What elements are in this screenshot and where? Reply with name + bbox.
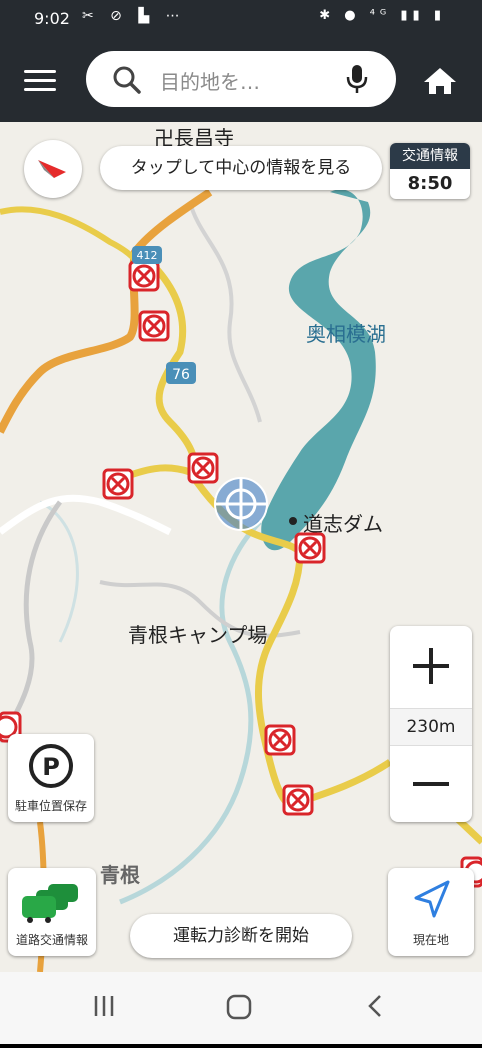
map-canvas: 412 76	[0, 188, 482, 972]
current-location-label: 現在地	[412, 933, 449, 947]
status-time: 9:02	[34, 9, 70, 28]
recent-apps-icon	[94, 996, 114, 1016]
driving-diagnosis-button[interactable]: 運転力診断を開始	[130, 914, 352, 958]
dam-label[interactable]: 道志ダム	[303, 508, 383, 537]
minus-icon	[413, 782, 449, 786]
status-system-icons: ✱ ● ⁴ᴳ ▮▮ ▮	[319, 8, 446, 23]
search-input[interactable]: 目的地を…	[86, 51, 396, 107]
compass-icon	[38, 160, 66, 178]
zoom-out-button[interactable]	[390, 746, 472, 822]
status-bar: 9:02 ✂ ⊘ ▙ ⋯ ✱ ● ⁴ᴳ ▮▮ ▮	[0, 0, 482, 36]
plus-icon	[413, 648, 449, 684]
campsite-label[interactable]: 青根キャンプ場	[128, 619, 267, 648]
svg-text:76: 76	[172, 367, 190, 383]
parking-save-button[interactable]: P 駐車位置保存	[8, 734, 94, 822]
svg-text:P: P	[42, 753, 60, 781]
zoom-control: 230m	[390, 626, 472, 822]
traffic-info-label: 交通情報	[390, 143, 470, 169]
traffic-road-info-button[interactable]: 道路交通情報	[8, 868, 96, 956]
parking-save-label: 駐車位置保存	[14, 799, 87, 813]
svg-text:412: 412	[137, 249, 158, 262]
parking-icon: P	[29, 744, 73, 788]
home-icon[interactable]	[422, 66, 458, 96]
traffic-road-info-label: 道路交通情報	[15, 933, 88, 947]
traffic-info-time: 8:50	[407, 173, 453, 194]
nav-buttons	[94, 994, 381, 1020]
home-nav-icon	[226, 994, 252, 1020]
current-location-button[interactable]: 現在地	[388, 868, 474, 956]
search-placeholder: 目的地を…	[160, 70, 260, 94]
back-icon	[368, 995, 381, 1017]
zoom-in-button[interactable]	[390, 626, 472, 706]
menu-icon[interactable]	[24, 70, 56, 92]
microphone-icon[interactable]	[346, 63, 368, 95]
traffic-info-button[interactable]: 交通情報 8:50	[390, 143, 470, 199]
traffic-cars-icon	[22, 884, 78, 923]
navigation-arrow-icon	[414, 880, 450, 918]
zoom-scale: 230m	[390, 708, 472, 746]
lake-label[interactable]: 奥相模湖	[306, 318, 386, 347]
compass-button[interactable]	[24, 140, 82, 198]
area-label: 青根	[100, 863, 140, 887]
search-icon	[113, 66, 141, 94]
app-bar: 目的地を…	[0, 36, 482, 122]
center-info-button[interactable]: タップして中心の情報を見る	[100, 146, 382, 190]
status-notification-icons: ✂ ⊘ ▙ ⋯	[82, 8, 186, 24]
map-center-crosshair	[214, 477, 268, 531]
map-view[interactable]: 412 76 卍長昌寺 奥相模湖 道志ダム 青根キャンプ場 青根	[0, 122, 482, 972]
system-nav-bar	[0, 972, 482, 1044]
